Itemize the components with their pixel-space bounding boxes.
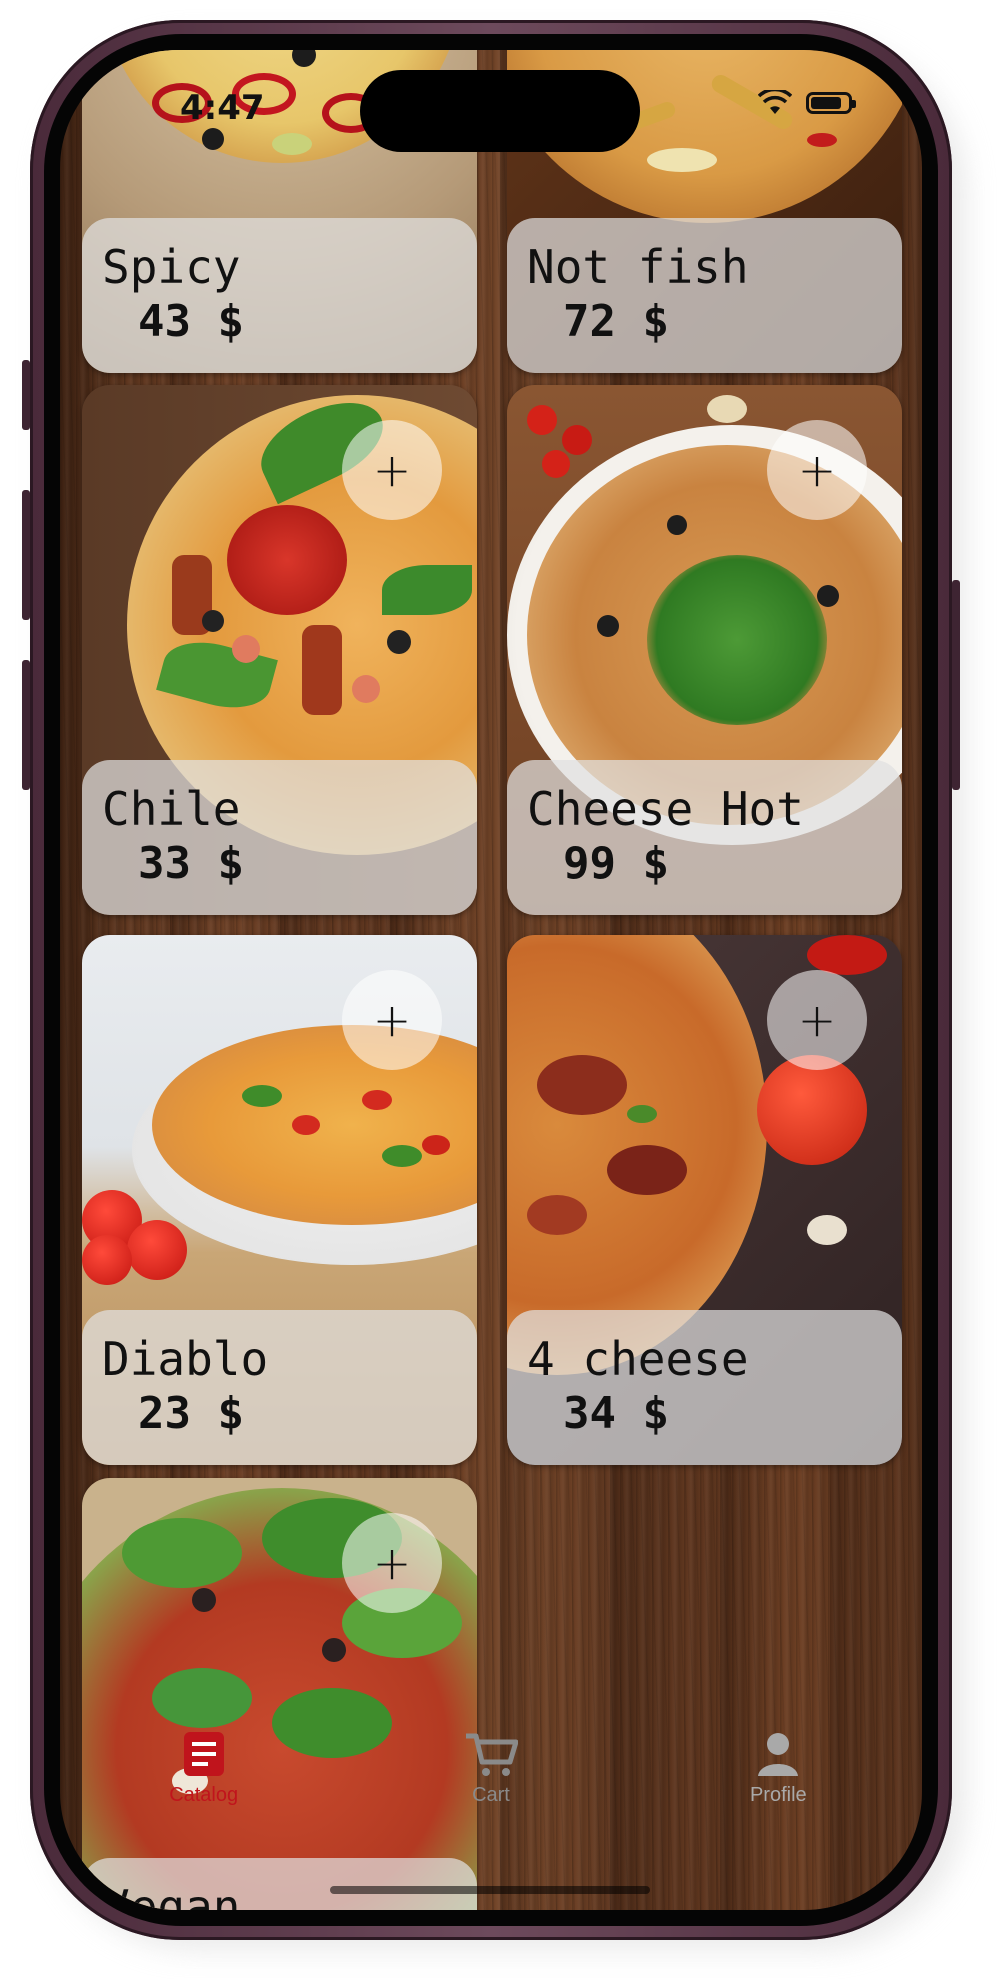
pizza-name: Diablo	[102, 1332, 269, 1386]
cart-icon	[465, 1733, 518, 1776]
pizza-info: Spicy 43 $	[82, 218, 477, 373]
tab-profile[interactable]: Profile	[678, 1730, 878, 1807]
status-icons	[757, 87, 856, 116]
pizza-price: 43 $	[138, 296, 244, 347]
pizza-card-4-cheese[interactable]: + 4 cheese 34 $	[507, 935, 902, 1465]
tab-cart[interactable]: Cart	[391, 1730, 591, 1807]
tab-bar: Catalog Cart Profile	[60, 1730, 922, 1840]
pizza-name: Chile	[102, 782, 241, 836]
pizza-info: 4 cheese 34 $	[507, 1310, 902, 1465]
tab-label-cart: Cart	[472, 1784, 510, 1806]
power-button	[952, 580, 960, 790]
pizza-card-chile[interactable]: + Chile 33 $	[82, 385, 477, 915]
pizza-card-cheese-hot[interactable]: + Cheese Hot 99 $	[507, 385, 902, 915]
pizza-name: Not fish	[527, 240, 749, 294]
add-to-cart-button[interactable]: +	[767, 970, 867, 1070]
pizza-price: 34 $	[563, 1388, 669, 1439]
pizza-card-vegan[interactable]: + Vegan	[82, 1478, 477, 1910]
tab-label-catalog: Catalog	[169, 1784, 239, 1806]
pizza-price: 23 $	[138, 1388, 244, 1439]
pizza-info: Vegan	[82, 1858, 477, 1910]
pizza-price: 99 $	[563, 838, 669, 889]
pizza-info: Diablo 23 $	[82, 1310, 477, 1465]
home-indicator[interactable]	[330, 1886, 650, 1894]
pizza-info: Not fish 72 $	[507, 218, 902, 373]
pizza-price: 33 $	[138, 838, 244, 889]
add-to-cart-button[interactable]: +	[767, 420, 867, 520]
pizza-card-diablo[interactable]: + Diablo 23 $	[82, 935, 477, 1465]
app-screen: 4:47 Spicy 43 $ Not fish 72 $ + Chile 33…	[60, 50, 922, 1910]
pizza-info: Cheese Hot 99 $	[507, 760, 902, 915]
pizza-name: Cheese Hot	[527, 782, 804, 836]
profile-icon	[758, 1733, 799, 1776]
volume-up-button	[22, 490, 30, 620]
add-to-cart-button[interactable]: +	[342, 970, 442, 1070]
tab-label-profile: Profile	[749, 1784, 807, 1806]
tab-catalog[interactable]: Catalog	[104, 1730, 304, 1807]
pizza-price: 72 $	[563, 296, 669, 347]
pizza-name: Spicy	[102, 240, 241, 294]
pizza-name: 4 cheese	[527, 1332, 749, 1386]
volume-down-button	[22, 660, 30, 790]
dynamic-island	[360, 70, 640, 152]
pizza-name: Vegan	[102, 1880, 241, 1910]
catalog-icon	[183, 1732, 224, 1776]
add-to-cart-button[interactable]: +	[342, 1513, 442, 1613]
wifi-icon	[757, 87, 793, 116]
status-time: 4:47	[180, 88, 265, 128]
battery-icon	[806, 92, 856, 114]
pizza-info: Chile 33 $	[82, 760, 477, 915]
add-to-cart-button[interactable]: +	[342, 420, 442, 520]
action-button	[22, 360, 30, 430]
